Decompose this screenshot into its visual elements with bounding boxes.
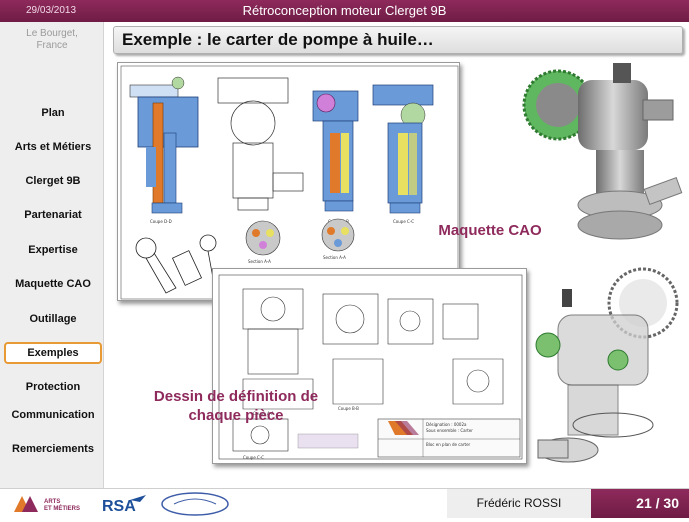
- svg-text:ARTS: ARTS: [44, 499, 60, 505]
- svg-text:Bloc en plan de carter: Bloc en plan de carter: [426, 442, 471, 447]
- section-views-image: Coupe D-D Coupe B-B Coupe C-C Section A-…: [120, 65, 459, 300]
- definition-drawing: Coupe A-A Coupe B-B Coupe C-C Désignatio…: [212, 268, 527, 464]
- arts-et-metiers-logo: ARTS ET MÉTIERS: [10, 492, 88, 516]
- svg-text:Sous ensemble : Carter: Sous ensemble : Carter: [426, 428, 473, 433]
- svg-text:Section A-A: Section A-A: [248, 259, 271, 264]
- footer: ARTS ET MÉTIERS RSA Frédéric ROSSI 21 / …: [0, 488, 689, 518]
- rsa-logo: RSA: [100, 492, 148, 516]
- nav-item-clerget-9b[interactable]: Clerget 9B: [4, 170, 102, 192]
- svg-text:Coupe C-C: Coupe C-C: [393, 219, 414, 224]
- sidebar: Le Bourget, France Plan Arts et Métiers …: [0, 22, 104, 488]
- label-dessin-definition: Dessin de définition de chaque pièce: [153, 388, 319, 424]
- nav-item-plan[interactable]: Plan: [4, 102, 102, 124]
- nav-item-arts-et-metiers[interactable]: Arts et Métiers: [4, 136, 102, 158]
- definition-drawing-image: Coupe A-A Coupe B-B Coupe C-C Désignatio…: [218, 274, 523, 460]
- nav-item-communication[interactable]: Communication: [4, 404, 102, 426]
- ailes-anciennes-logo: [160, 491, 230, 517]
- location-text: Le Bourget, France: [26, 28, 78, 51]
- nav-item-remerciements[interactable]: Remerciements: [4, 438, 102, 460]
- svg-text:Coupe D-D: Coupe D-D: [150, 219, 172, 224]
- nav-item-expertise[interactable]: Expertise: [4, 239, 102, 261]
- svg-text:Désignation : 0002a: Désignation : 0002a: [426, 422, 467, 427]
- nav-item-exemples[interactable]: Exemples: [4, 342, 102, 364]
- nav-item-maquette-cao[interactable]: Maquette CAO: [4, 273, 102, 295]
- nav-item-outillage[interactable]: Outillage: [4, 308, 102, 330]
- nav-item-protection[interactable]: Protection: [4, 376, 102, 398]
- svg-text:Section A-A: Section A-A: [323, 255, 346, 260]
- cad-model-transparent: [528, 265, 688, 485]
- cad-model-shaded: [518, 55, 684, 245]
- presentation-title: Rétroconception moteur Clerget 9B: [242, 3, 447, 18]
- slide-heading: Exemple : le carter de pompe à huile…: [113, 26, 683, 54]
- top-bar: 29/03/2013 Rétroconception moteur Clerge…: [0, 0, 689, 22]
- page-number: 21 / 30: [591, 489, 689, 518]
- nav-item-partenariat[interactable]: Partenariat: [4, 204, 102, 226]
- author-name: Frédéric ROSSI: [447, 489, 591, 518]
- section-views-drawing: Coupe D-D Coupe B-B Coupe C-C Section A-…: [117, 62, 460, 301]
- svg-text:Coupe B-B: Coupe B-B: [338, 406, 359, 411]
- svg-text:RSA: RSA: [102, 498, 136, 515]
- svg-text:ET MÉTIERS: ET MÉTIERS: [44, 504, 80, 512]
- svg-text:Coupe C-C: Coupe C-C: [243, 455, 264, 460]
